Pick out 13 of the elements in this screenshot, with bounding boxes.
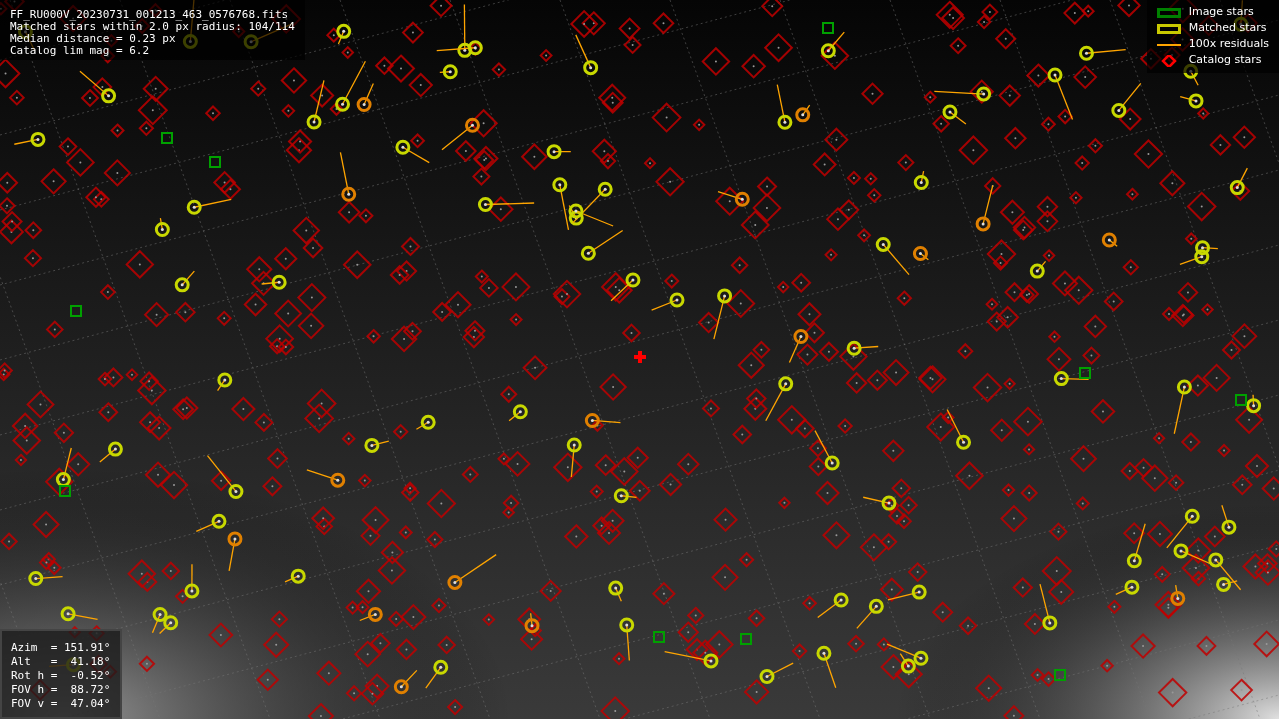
legend-label: Image stars [1188,4,1254,21]
legend-label: Catalog stars [1188,52,1262,69]
info-text: FF_RU000V_20230731_001213_463_0576768.fits [10,9,290,21]
info-text: Matched stars within 2.0 px radius: 104/114 [10,21,295,33]
info-text: Catalog lim mag = 6.2 [10,45,151,57]
legend-label: 100x residuals [1188,36,1269,53]
legend-label: Matched stars [1188,20,1267,37]
pointing-text: Azim = 151.91° [11,641,111,655]
pointing-text: Alt = 41.18° [11,655,111,669]
pointing-text: Rot h = -0.52° [11,669,111,683]
pointing-text: FOV v = 47.04° [11,697,111,711]
info-text: Median distance = 0.23 px [10,33,177,45]
pointing-text: FOV h = 88.72° [11,683,111,697]
